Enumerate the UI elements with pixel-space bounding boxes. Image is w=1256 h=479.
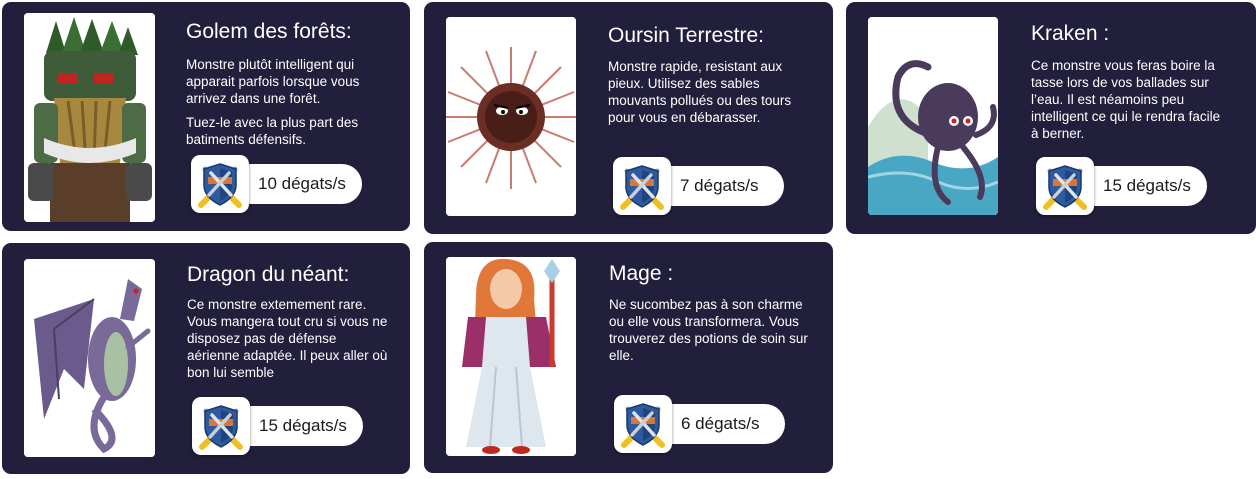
defense-badge: [1036, 157, 1094, 215]
damage-value: 6 dégats/s: [681, 414, 760, 433]
monster-card-dragon[interactable]: Dragon du néant: Ce monstre extemement r…: [2, 243, 410, 474]
damage-value: 15 dégats/s: [1103, 176, 1191, 195]
monster-description-p2: Tuez-le avec la plus part des batiments …: [186, 115, 359, 147]
monster-card-kraken[interactable]: Kraken : Ce monstre vous feras boire la …: [846, 2, 1256, 234]
monster-description: Ce monstre vous feras boire la tasse lor…: [1031, 57, 1231, 149]
monster-title: Dragon du néant:: [187, 263, 350, 286]
monster-description-p1: Ce monstre extemement rare. Vous mangera…: [187, 297, 388, 380]
monster-description: Ne sucombez pas à son charme ou elle vou…: [609, 296, 809, 371]
shield-crossed-swords-icon: [1036, 157, 1094, 215]
kraken-portrait: [868, 17, 998, 215]
monster-description-p1: Ce monstre vous feras boire la tasse lor…: [1031, 58, 1221, 141]
dragon-image: [24, 259, 155, 457]
oursin-image: [446, 17, 576, 216]
monster-title: Kraken :: [1031, 22, 1110, 45]
monster-title: Oursin Terrestre:: [608, 24, 764, 47]
shield-crossed-swords-icon: [613, 157, 671, 215]
oursin-portrait: [446, 17, 576, 216]
defense-badge: [192, 397, 250, 455]
shield-crossed-swords-icon: [192, 397, 250, 455]
mage-image: [446, 257, 576, 456]
golem-image: [24, 13, 155, 222]
damage-value: 15 dégats/s: [259, 416, 347, 435]
monster-description: Monstre plutôt intelligent qui apparait …: [186, 56, 386, 155]
monster-card-golem[interactable]: Golem des forêts: Monstre plutôt intelli…: [2, 2, 410, 231]
golem-portrait: [24, 13, 155, 222]
shield-crossed-swords-icon: [191, 155, 249, 213]
defense-badge: [191, 155, 249, 213]
monster-description-p1: Monstre rapide, resistant aux pieux. Uti…: [608, 59, 792, 125]
mage-portrait: [446, 257, 576, 456]
monster-card-oursin[interactable]: Oursin Terrestre: Monstre rapide, resist…: [424, 2, 833, 234]
kraken-image: [868, 17, 998, 215]
monster-description-p1: Ne sucombez pas à son charme ou elle vou…: [609, 297, 808, 363]
damage-value: 10 dégats/s: [258, 174, 346, 193]
dragon-portrait: [24, 259, 155, 457]
monster-title: Golem des forêts:: [186, 20, 352, 43]
monster-description: Monstre rapide, resistant aux pieux. Uti…: [608, 58, 808, 133]
monster-description: Ce monstre extemement rare. Vous mangera…: [187, 296, 392, 388]
damage-value: 7 dégats/s: [680, 176, 759, 195]
monster-card-mage[interactable]: Mage : Ne sucombez pas à son charme ou e…: [424, 242, 833, 473]
shield-crossed-swords-icon: [614, 395, 672, 453]
monster-description-p1: Monstre plutôt intelligent qui apparait …: [186, 57, 360, 106]
defense-badge: [614, 395, 672, 453]
defense-badge: [613, 157, 671, 215]
monster-title: Mage :: [609, 262, 674, 285]
